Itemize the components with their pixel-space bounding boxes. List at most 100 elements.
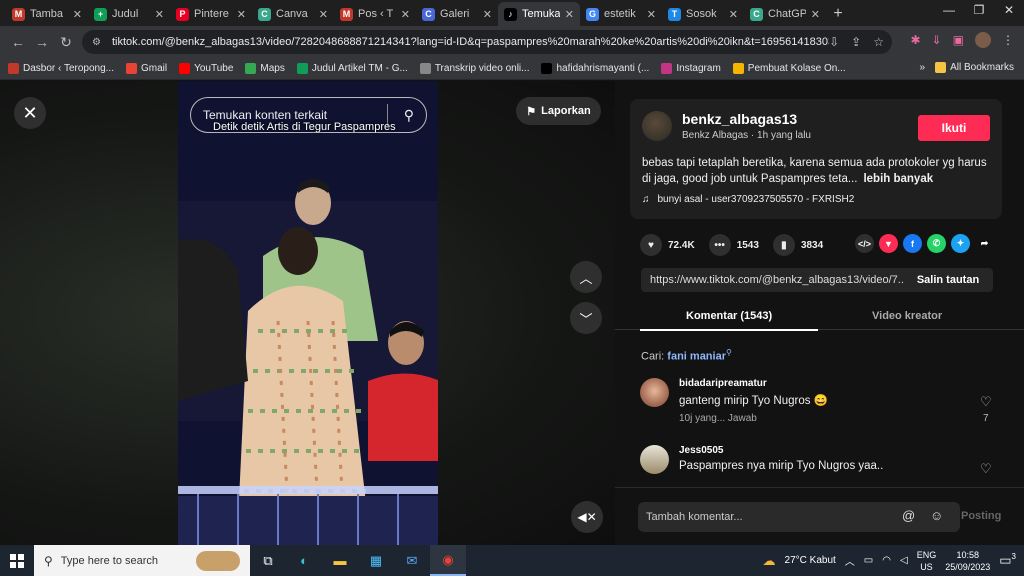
tab-creator-videos[interactable]: Video kreator [872,310,942,322]
bookmarks-overflow-icon[interactable]: » [920,62,926,73]
browser-tab[interactable]: C Canva ✕ [252,2,334,26]
comment-button[interactable]: ••• 1543 [708,234,759,256]
whatsapp-icon[interactable]: ✆ [927,234,946,253]
comment-meta[interactable]: 10j yang... Jawab [679,413,757,424]
back-icon[interactable]: ← [6,34,30,50]
tab-close-icon[interactable]: ✕ [73,8,82,21]
volume-icon[interactable]: ◁ [900,555,908,566]
store-icon[interactable]: ▦ [358,545,394,576]
close-video-button[interactable]: ✕ [14,97,46,129]
copy-link-button[interactable]: Salin tautan [903,274,993,286]
browser-tab[interactable]: T Sosok ✕ [662,2,744,26]
task-view-icon[interactable]: ⧉ [250,545,286,576]
tab-close-icon[interactable]: ✕ [565,8,574,21]
bookmark-item[interactable]: Dasbor ‹ Teropong... [8,63,114,74]
mail-icon[interactable]: ✉ [394,545,430,576]
share-arrow-icon[interactable]: ➦ [975,234,994,253]
edge-icon[interactable]: ◐ [286,545,322,576]
commenter-username[interactable]: bidadaripreamatur [679,378,767,389]
follow-button[interactable]: Ikuti [918,115,990,141]
browser-tab[interactable]: Gestetik ✕ [580,2,662,26]
commenter-avatar[interactable] [640,378,669,407]
clock[interactable]: 10:58 25/09/2023 [945,549,990,573]
comment-input[interactable]: Tambah komentar... @ ☺ [638,502,960,532]
wifi-icon[interactable]: ◠ [882,555,891,566]
mute-button[interactable]: ◀✕ [571,501,603,533]
comment-like-icon[interactable]: ♡ [980,394,992,410]
file-explorer-icon[interactable]: ▬ [322,545,358,576]
embed-icon[interactable]: </> [855,234,874,253]
bookmark-item[interactable]: Pembuat Kolase On... [732,63,846,74]
forward-icon[interactable]: → [30,34,54,50]
site-info-icon[interactable]: ⚙ [92,37,104,48]
more-link[interactable]: lebih banyak [863,173,933,185]
browser-tab[interactable]: P Pintere ✕ [170,2,252,26]
extension-icon[interactable]: ✱ [911,33,921,47]
tab-close-icon[interactable]: ✕ [155,8,164,21]
video-link-text[interactable]: https://www.tiktok.com/@benkz_albagas13/… [641,274,903,286]
weather-icon[interactable]: ☁ [763,553,776,569]
taskbar-search[interactable]: ⚲ Type here to search [34,545,250,576]
bookmark-item[interactable]: Instagram [661,63,721,74]
tab-close-icon[interactable]: ✕ [483,8,492,21]
video-player[interactable] [178,81,438,545]
bookmark-item[interactable]: Judul Artikel TM - G... [296,63,408,74]
bookmark-item[interactable]: YouTube [179,63,233,74]
start-button[interactable] [0,545,34,576]
like-button[interactable]: ♥ 72.4K [640,234,695,256]
tab-close-icon[interactable]: ✕ [647,8,656,21]
download-icon[interactable]: ⇓ [932,33,942,47]
share-icon[interactable]: ⇪ [851,35,861,49]
profile-avatar[interactable] [975,32,991,48]
browser-tab[interactable]: C ChatGP ✕ [744,2,826,26]
comment-search-hint[interactable]: Cari: fani maniar⚲ [641,348,732,363]
browser-tab[interactable]: C Galeri ✕ [416,2,498,26]
network-icon[interactable]: ▭ [864,555,873,566]
tray-overflow-icon[interactable]: ︿ [845,553,855,568]
browser-tab[interactable]: + Judul ✕ [88,2,170,26]
notification-icon[interactable]: ▭3 [999,552,1016,568]
install-icon[interactable]: ⇩ [829,35,839,49]
reload-icon[interactable]: ↻ [54,34,78,51]
commenter-avatar[interactable] [640,445,669,474]
bookmark-item[interactable]: Gmail [125,63,167,74]
browser-tab[interactable]: M Pos ‹ T ✕ [334,2,416,26]
restore-icon[interactable]: ❐ [964,0,994,22]
save-button[interactable]: ▮ 3834 [772,234,823,256]
new-tab-button[interactable]: + [826,2,850,26]
tab-close-icon[interactable]: ✕ [401,8,410,21]
bookmark-star-icon[interactable]: ☆ [873,35,884,49]
commenter-username[interactable]: Jess0505 [679,445,724,456]
browser-tab[interactable]: M Tamba ✕ [6,2,88,26]
search-icon[interactable]: ⚲ [404,107,414,124]
menu-icon[interactable]: ⋮ [1002,33,1014,47]
previous-video-button[interactable]: ︿ [570,261,602,293]
music-info[interactable]: ♫ bunyi asal - user3709237505570 - FXRIS… [642,194,854,205]
address-bar[interactable]: ⚙ tiktok.com/@benkz_albagas13/video/7282… [82,30,892,54]
facebook-icon[interactable]: f [903,234,922,253]
bookmark-item[interactable]: Maps [245,63,285,74]
bookmark-item[interactable]: Transkrip video onli... [419,63,529,74]
weather-text[interactable]: 27°C Kabut [785,555,836,566]
browser-tab[interactable]: ♪ Temuka ✕ [498,2,580,26]
comment-like-icon[interactable]: ♡ [980,461,992,477]
all-bookmarks[interactable]: All Bookmarks [935,62,1014,73]
send-to-friends-icon[interactable]: ▼ [879,234,898,253]
twitter-icon[interactable]: ✦ [951,234,970,253]
search-hint-term[interactable]: fani maniar [667,351,726,363]
author-avatar[interactable] [642,111,672,141]
emoji-icon[interactable]: ☺ [930,508,943,523]
author-username[interactable]: benkz_albagas13 [682,111,797,127]
language-indicator[interactable]: ENG US [917,549,937,573]
tab-close-icon[interactable]: ✕ [319,8,328,21]
post-comment-button[interactable]: Posting [961,510,1001,522]
report-button[interactable]: ⚑ Laporkan [516,97,601,125]
minimize-icon[interactable]: — [934,0,964,22]
bookmark-item[interactable]: hafidahrismayanti (... [541,63,649,74]
tab-comments[interactable]: Komentar (1543) [686,310,772,322]
next-video-button[interactable]: ﹀ [570,302,602,334]
mention-icon[interactable]: @ [902,508,915,523]
tab-close-icon[interactable]: ✕ [729,8,738,21]
tab-close-icon[interactable]: ✕ [811,8,820,21]
close-window-icon[interactable]: ✕ [994,0,1024,22]
